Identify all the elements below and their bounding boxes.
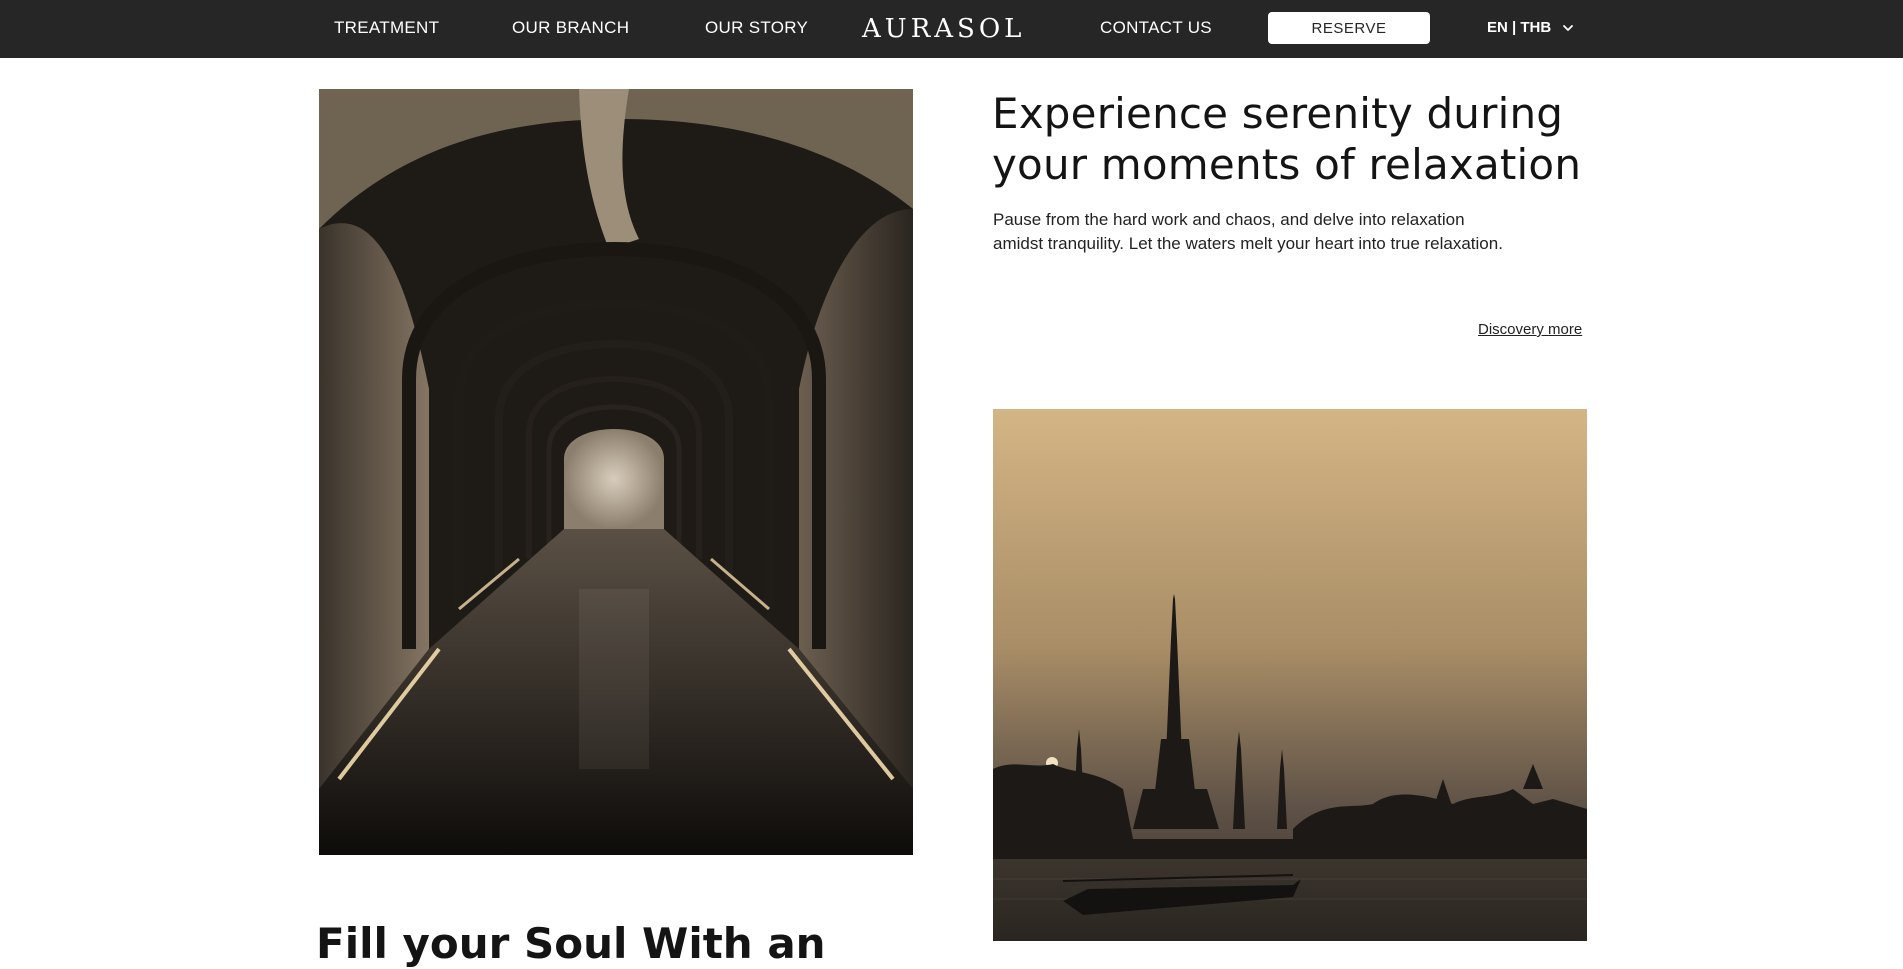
language-currency-label: EN | THB — [1487, 19, 1552, 36]
brand-logo[interactable]: AURASOL — [862, 13, 1025, 45]
intro-description: Pause from the hard work and chaos, and … — [993, 210, 1503, 253]
nav-link-treatment[interactable]: TREATMENT — [334, 18, 439, 38]
intro-headline-line2: your moments of relaxation — [992, 140, 1582, 189]
language-currency-selector[interactable]: EN | THB — [1487, 19, 1575, 36]
chevron-down-icon — [1563, 24, 1574, 31]
nav-link-our-branch[interactable]: OUR BRANCH — [512, 18, 629, 38]
section-heading: Fill your Soul With an — [316, 919, 826, 968]
intro-headline-line1: Experience serenity during — [992, 89, 1564, 138]
nav-link-our-story[interactable]: OUR STORY — [705, 18, 808, 38]
reserve-button-label: RESERVE — [1311, 19, 1387, 37]
corridor-photo — [319, 89, 913, 855]
discover-more-link[interactable]: Discovery more — [1478, 321, 1582, 338]
top-nav-bar: TREATMENT OUR BRANCH OUR STORY AURASOL C… — [0, 0, 1903, 58]
reserve-button[interactable]: RESERVE — [1268, 12, 1430, 44]
temple-sunset-photo — [993, 409, 1587, 941]
temple-illustration — [993, 409, 1587, 941]
corridor-illustration — [319, 89, 913, 855]
intro-headline: Experience serenity during your moments … — [992, 88, 1592, 190]
nav-link-contact-us[interactable]: CONTACT US — [1100, 18, 1212, 38]
